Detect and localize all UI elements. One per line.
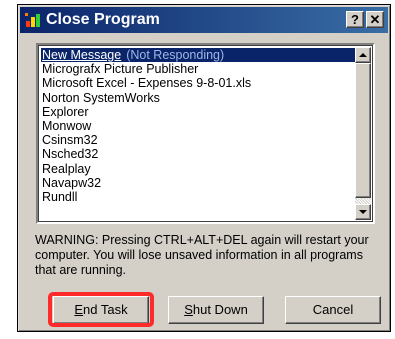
title-bar[interactable]: Close Program ? ✕ <box>20 7 388 33</box>
task-name: New Message <box>42 48 122 62</box>
warning-text: WARNING: Pressing CTRL+ALT+DEL again wil… <box>35 233 369 277</box>
cancel-label: Cancel <box>312 302 354 317</box>
list-item[interactable]: Norton SystemWorks <box>41 91 355 105</box>
task-list[interactable]: New Message (Not Responding) Micrografx P… <box>36 43 375 224</box>
list-item[interactable]: Realplay <box>41 162 355 176</box>
scroll-down-button[interactable] <box>355 204 371 220</box>
list-item[interactable]: Explorer <box>41 105 355 119</box>
scroll-up-arrow-icon <box>359 53 367 57</box>
shut-down-mnemonic: S <box>184 302 193 317</box>
close-icon: ✕ <box>369 12 381 27</box>
cancel-button[interactable]: Cancel <box>285 296 381 324</box>
list-item[interactable]: Navapw32 <box>41 176 355 190</box>
list-item[interactable]: Nsched32 <box>41 147 355 161</box>
scroll-thumb[interactable] <box>355 63 371 198</box>
list-item[interactable]: Microsoft Excel - Expenses 9-8-01.xls <box>41 76 355 90</box>
list-item[interactable]: Micrografx Picture Publisher <box>41 62 355 76</box>
close-program-icon <box>25 13 40 27</box>
help-button[interactable]: ? <box>346 11 364 28</box>
end-task-label: nd Task <box>83 302 128 317</box>
task-list-items: New Message (Not Responding) Micrografx P… <box>41 48 355 219</box>
list-item[interactable]: Monwow <box>41 119 355 133</box>
list-item[interactable]: Rundll <box>41 190 355 204</box>
vertical-scrollbar[interactable] <box>355 47 371 220</box>
task-status: (Not Responding) <box>126 48 225 62</box>
list-item[interactable]: Csinsm32 <box>41 133 355 147</box>
end-task-mnemonic: E <box>74 302 84 317</box>
window-title: Close Program <box>46 11 160 28</box>
close-program-dialog: Close Program ? ✕ New Message (Not Respon… <box>17 4 391 332</box>
shut-down-button[interactable]: Shut Down <box>168 296 264 324</box>
close-button[interactable]: ✕ <box>366 11 384 28</box>
scroll-up-button[interactable] <box>355 47 371 63</box>
list-item-selected[interactable]: New Message (Not Responding) <box>41 48 355 63</box>
shut-down-label: hut Down <box>192 302 248 317</box>
scroll-down-arrow-icon <box>359 210 367 214</box>
end-task-button[interactable]: End Task <box>53 296 149 324</box>
question-mark-icon: ? <box>351 12 359 27</box>
